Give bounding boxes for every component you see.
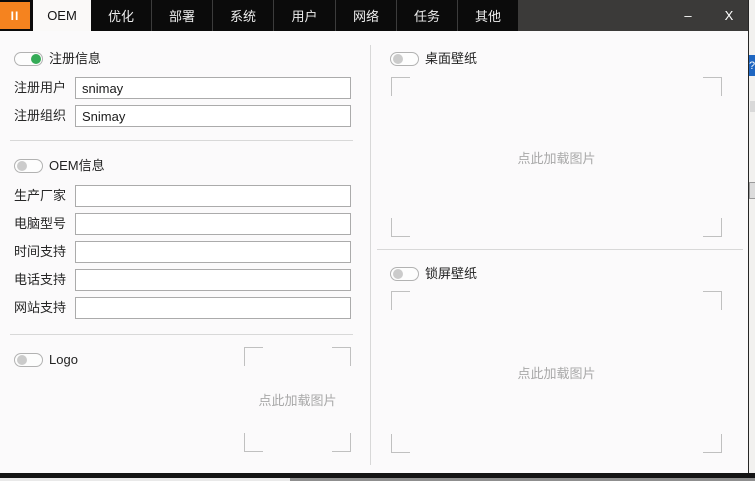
divider xyxy=(10,334,353,335)
register-info-label: 注册信息 xyxy=(49,51,102,66)
website-support-label: 网站支持 xyxy=(14,300,67,315)
manufacturer-row: 生产厂家 xyxy=(14,185,351,207)
corner-mark-icon xyxy=(244,433,263,452)
logo-section-header: Logo xyxy=(14,352,78,367)
logo-image-placeholder[interactable]: 点此加载图片 xyxy=(244,347,351,452)
computer-model-row: 电脑型号 xyxy=(14,213,351,235)
toggle-knob xyxy=(17,354,27,365)
tab-task[interactable]: 任务 xyxy=(396,0,457,31)
background-help-button-fragment: ? xyxy=(749,55,755,76)
tab-other[interactable]: 其他 xyxy=(457,0,518,31)
app-window: II OEM 优化 部署 系统 用户 网络 任务 其他 – X 注册信息 注册用… xyxy=(0,0,755,481)
time-support-row: 时间支持 xyxy=(14,241,351,263)
website-support-row: 网站支持 xyxy=(14,297,351,319)
logo-label: Logo xyxy=(49,352,78,367)
logo-toggle[interactable] xyxy=(14,352,43,367)
background-button-fragment xyxy=(749,182,755,199)
corner-mark-icon xyxy=(703,291,722,310)
desktop-wallpaper-label: 桌面壁纸 xyxy=(425,51,478,66)
tab-optimize[interactable]: 优化 xyxy=(91,0,151,31)
lockscreen-wallpaper-placeholder[interactable]: 点此加载图片 xyxy=(391,291,722,453)
placeholder-text: 点此加载图片 xyxy=(258,393,337,408)
tab-network[interactable]: 网络 xyxy=(335,0,396,31)
register-user-input[interactable] xyxy=(75,77,351,99)
titlebar: II OEM 优化 部署 系统 用户 网络 任务 其他 – X xyxy=(0,0,748,31)
corner-mark-icon xyxy=(391,291,410,310)
placeholder-text: 点此加载图片 xyxy=(517,150,596,166)
manufacturer-label: 生产厂家 xyxy=(14,188,67,203)
lockscreen-wallpaper-toggle[interactable] xyxy=(390,266,419,281)
register-org-row: 注册组织 xyxy=(14,105,351,127)
corner-mark-icon xyxy=(244,347,263,366)
phone-support-input[interactable] xyxy=(75,269,351,291)
phone-support-row: 电话支持 xyxy=(14,269,351,291)
register-info-section-header: 注册信息 xyxy=(14,51,101,66)
oem-info-section-header: OEM信息 xyxy=(14,158,105,173)
desktop-wallpaper-toggle[interactable] xyxy=(390,51,419,66)
oem-info-toggle[interactable] xyxy=(14,158,43,173)
toggle-knob xyxy=(393,268,403,279)
lockscreen-wallpaper-section-header: 锁屏壁纸 xyxy=(390,266,477,281)
corner-mark-icon xyxy=(391,434,410,453)
toggle-knob xyxy=(31,53,41,64)
close-button[interactable]: X xyxy=(712,0,746,31)
register-info-toggle[interactable] xyxy=(14,51,43,66)
phone-support-label: 电话支持 xyxy=(14,272,67,287)
time-support-input[interactable] xyxy=(75,241,351,263)
tab-deploy[interactable]: 部署 xyxy=(151,0,212,31)
corner-mark-icon xyxy=(703,77,722,96)
minimize-button[interactable]: – xyxy=(671,0,705,31)
divider xyxy=(10,140,353,141)
tab-oem[interactable]: OEM xyxy=(33,0,91,31)
corner-mark-icon xyxy=(703,218,722,237)
computer-model-input[interactable] xyxy=(75,213,351,235)
lockscreen-wallpaper-label: 锁屏壁纸 xyxy=(425,266,478,281)
toggle-knob xyxy=(17,160,27,171)
toggle-knob xyxy=(393,53,403,64)
oem-info-label: OEM信息 xyxy=(49,158,105,173)
time-support-label: 时间支持 xyxy=(14,244,67,259)
manufacturer-input[interactable] xyxy=(75,185,351,207)
computer-model-label: 电脑型号 xyxy=(14,216,67,231)
corner-mark-icon xyxy=(391,218,410,237)
pause-icon[interactable]: II xyxy=(0,2,30,29)
corner-mark-icon xyxy=(391,77,410,96)
tab-user[interactable]: 用户 xyxy=(273,0,335,31)
corner-mark-icon xyxy=(332,347,351,366)
panel-divider xyxy=(370,45,371,465)
placeholder-text: 点此加载图片 xyxy=(517,365,596,381)
tab-system[interactable]: 系统 xyxy=(212,0,273,31)
corner-mark-icon xyxy=(332,433,351,452)
desktop-wallpaper-placeholder[interactable]: 点此加载图片 xyxy=(391,77,722,237)
register-user-label: 注册用户 xyxy=(14,80,67,95)
register-user-row: 注册用户 xyxy=(14,77,351,99)
website-support-input[interactable] xyxy=(75,297,351,319)
corner-mark-icon xyxy=(703,434,722,453)
background-text-fragment xyxy=(750,101,755,112)
register-org-input[interactable] xyxy=(75,105,351,127)
divider xyxy=(377,249,743,250)
register-org-label: 注册组织 xyxy=(14,108,67,123)
desktop-wallpaper-section-header: 桌面壁纸 xyxy=(390,51,477,66)
